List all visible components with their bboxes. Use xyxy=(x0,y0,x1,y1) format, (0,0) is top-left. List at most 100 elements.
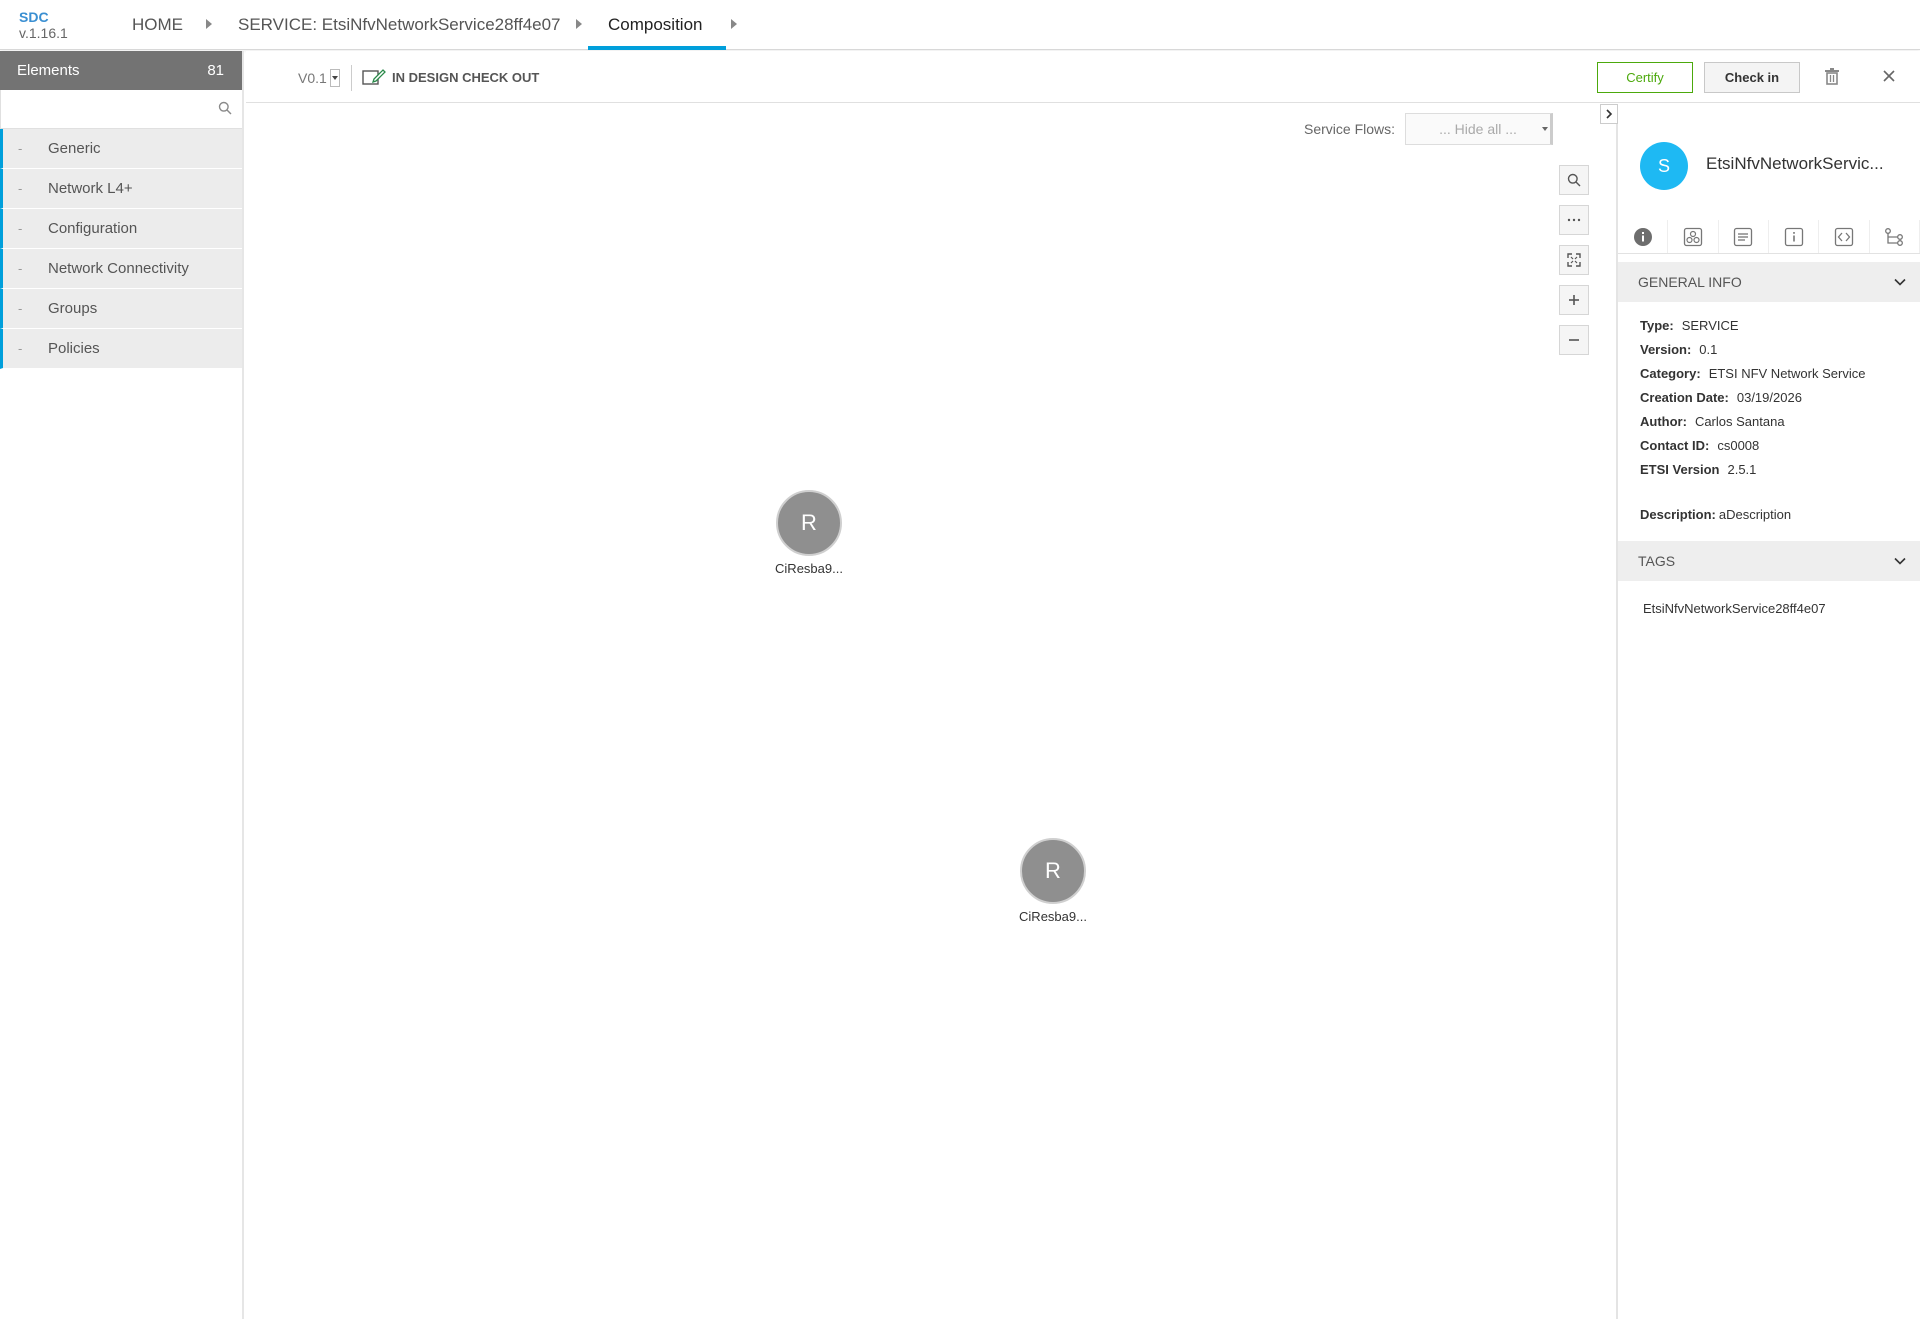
info-key: Type: xyxy=(1640,318,1674,333)
info-value: 2.5.1 xyxy=(1727,462,1757,477)
info-value: 0.1 xyxy=(1699,342,1718,357)
zoom-out-icon[interactable] xyxy=(1559,325,1589,355)
info-row-version: Version: 0.1 xyxy=(1640,338,1865,362)
collapse-dash-icon: - xyxy=(18,221,23,236)
details-tab-icon xyxy=(1784,227,1803,246)
status-text: IN DESIGN CHECK OUT xyxy=(392,69,540,85)
composition-canvas[interactable]: Service Flows: ... Hide all ... R CiResb… xyxy=(246,104,1616,1319)
breadcrumb-service[interactable]: SERVICE: EtsiNfvNetworkService28ff4e07 xyxy=(238,15,561,35)
properties-tab-icon xyxy=(1734,227,1753,246)
elements-title: Elements xyxy=(17,62,80,79)
certify-button[interactable]: Certify xyxy=(1597,62,1693,93)
component-title: EtsiNfvNetworkServic... xyxy=(1706,154,1884,173)
description-key: Description: xyxy=(1640,507,1716,522)
elements-header: Elements 81 xyxy=(0,51,242,90)
node-label: CiResba9... xyxy=(1019,909,1087,924)
breadcrumb-arrow-icon xyxy=(206,19,212,29)
description: Description: aDescription xyxy=(1640,507,1791,522)
breadcrumb-arrow-icon[interactable] xyxy=(731,19,737,29)
zoom-search-icon[interactable] xyxy=(1559,165,1589,195)
tab-relations[interactable] xyxy=(1870,220,1920,253)
description-value: aDescription xyxy=(1718,507,1792,522)
collapse-arrow-icon xyxy=(1606,109,1613,119)
category-network-l4[interactable]: - Network L4+ xyxy=(0,169,242,209)
relations-tab-icon xyxy=(1885,227,1904,246)
trash-icon[interactable] xyxy=(1824,67,1840,90)
fit-screen-icon[interactable] xyxy=(1559,245,1589,275)
version-value: V0.1 xyxy=(298,70,327,86)
category-label: Generic xyxy=(48,140,101,157)
breadcrumb-arrow-icon xyxy=(576,19,582,29)
caret-down-icon[interactable] xyxy=(329,69,340,87)
elements-search-input[interactable] xyxy=(1,90,242,128)
info-value: cs0008 xyxy=(1717,438,1760,453)
app-version: v.1.16.1 xyxy=(19,25,68,41)
category-label: Network L4+ xyxy=(48,180,133,197)
category-label: Groups xyxy=(48,300,98,317)
app-name: SDC xyxy=(19,9,49,25)
version-select[interactable]: V0.1 xyxy=(298,69,340,87)
breadcrumb-composition[interactable]: Composition xyxy=(608,15,703,35)
tab-deployment[interactable] xyxy=(1668,220,1719,253)
tag-item: EtsiNfvNetworkService28ff4e07 xyxy=(1643,601,1826,616)
info-row-category: Category: ETSI NFV Network Service xyxy=(1640,362,1865,386)
lifecycle-status: IN DESIGN CHECK OUT xyxy=(362,68,539,86)
info-key: Category: xyxy=(1640,366,1701,381)
info-value: SERVICE xyxy=(1681,318,1739,333)
active-tab-indicator xyxy=(588,46,726,50)
app-logo[interactable]: SDC v.1.16.1 xyxy=(19,9,68,41)
category-network-connectivity[interactable]: - Network Connectivity xyxy=(0,249,242,289)
service-flows-select[interactable]: ... Hide all ... xyxy=(1405,113,1553,145)
tab-api[interactable] xyxy=(1819,220,1870,253)
tab-details[interactable] xyxy=(1769,220,1820,253)
general-info-list: Type: SERVICE Version: 0.1 Category: ETSI N… xyxy=(1640,314,1865,482)
category-label: Network Connectivity xyxy=(48,260,189,277)
info-value: Carlos Santana xyxy=(1694,414,1785,429)
service-flows-label: Service Flows: xyxy=(1304,121,1396,137)
info-key: Creation Date: xyxy=(1640,390,1729,405)
collapse-panel-button[interactable] xyxy=(1600,104,1618,124)
service-flows-value: ... Hide all ... xyxy=(1439,121,1517,137)
search-icon[interactable] xyxy=(218,101,232,120)
tags-section-header[interactable]: TAGS xyxy=(1618,541,1920,581)
deployment-tab-icon xyxy=(1683,227,1703,246)
info-key: Contact ID: xyxy=(1640,438,1710,453)
info-key: ETSI Version xyxy=(1640,462,1720,477)
category-groups[interactable]: - Groups xyxy=(0,289,242,329)
check-in-button[interactable]: Check in xyxy=(1704,62,1800,93)
close-icon[interactable] xyxy=(1882,69,1896,88)
breadcrumb-home[interactable]: HOME xyxy=(132,15,183,35)
chevron-down-icon xyxy=(1894,278,1906,286)
section-title: TAGS xyxy=(1638,553,1676,569)
tab-properties[interactable] xyxy=(1719,220,1769,253)
node-label: CiResba9... xyxy=(775,561,843,576)
elements-panel: Elements 81 - Generic - Network L4+ - Confi… xyxy=(0,51,244,1319)
info-row-contact-id: Contact ID: cs0008 xyxy=(1640,434,1865,458)
tab-general-info[interactable] xyxy=(1618,220,1669,253)
collapse-dash-icon: - xyxy=(18,141,23,156)
details-panel: S EtsiNfvNetworkServic... GENERAL INFO T… xyxy=(1616,104,1920,1319)
category-label: Policies xyxy=(48,340,100,357)
canvas-node[interactable]: R CiResba9... xyxy=(769,490,849,576)
info-row-author: Author: Carlos Santana xyxy=(1640,410,1865,434)
category-policies[interactable]: - Policies xyxy=(0,329,242,369)
category-generic[interactable]: - Generic xyxy=(0,129,242,169)
node-circle: R xyxy=(1020,838,1086,904)
canvas-node[interactable]: R CiResba9... xyxy=(1013,838,1093,924)
general-info-section-header[interactable]: GENERAL INFO xyxy=(1618,262,1920,302)
avatar: S xyxy=(1640,142,1688,190)
top-navigation-bar: SDC v.1.16.1 HOME SERVICE: EtsiNfvNetwor… xyxy=(0,0,1920,50)
collapse-dash-icon: - xyxy=(18,261,23,276)
info-key: Version: xyxy=(1640,342,1692,357)
category-label: Configuration xyxy=(48,220,138,237)
info-value: ETSI NFV Network Service xyxy=(1708,366,1866,381)
info-value: 03/19/2026 xyxy=(1736,390,1802,405)
category-configuration[interactable]: - Configuration xyxy=(0,209,242,249)
node-circle: R xyxy=(776,490,842,556)
edit-checkout-icon xyxy=(362,69,386,85)
more-icon[interactable] xyxy=(1559,205,1589,235)
zoom-in-icon[interactable] xyxy=(1559,285,1589,315)
workspace-toolbar: V0.1 IN DESIGN CHECK OUT Certify Check i… xyxy=(246,51,1920,103)
collapse-dash-icon: - xyxy=(18,341,23,356)
collapse-dash-icon: - xyxy=(18,181,23,196)
